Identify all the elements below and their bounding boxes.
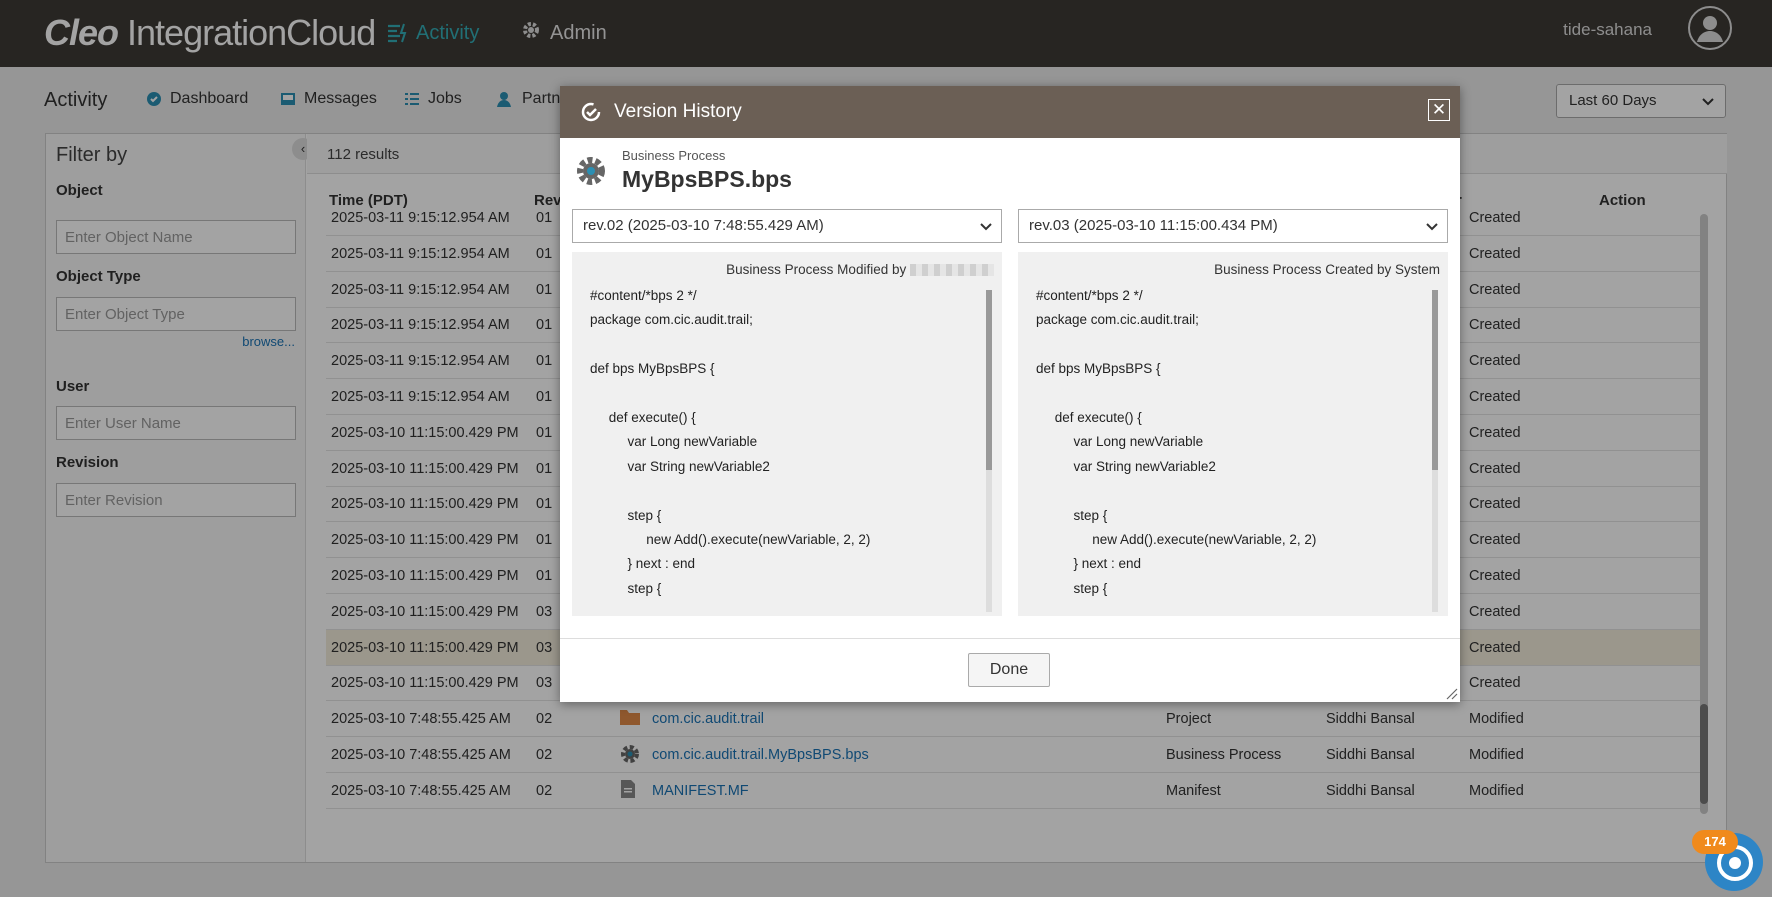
resize-handle-icon[interactable] (1446, 688, 1458, 700)
object-name: MyBpsBPS.bps (622, 166, 792, 192)
right-code[interactable]: #content/*bps 2 */ package com.cic.audit.… (1036, 284, 1426, 612)
code-line: def bps MyBpsBPS { (1036, 361, 1161, 377)
code-line: step { (590, 580, 662, 596)
code-line: new Add().execute(newVariable, 2, 2) (590, 532, 871, 548)
code-line: def execute() { (590, 410, 696, 425)
code-line: var Long newVariable (1036, 434, 1204, 450)
chevron-down-icon (980, 223, 992, 231)
code-line: var String newVariable2 (590, 458, 770, 474)
redacted-user (910, 264, 994, 277)
code-line: } next : end (1036, 556, 1142, 572)
dialog-header: Version History ✕ (560, 86, 1460, 138)
right-code-pane: Business Process Created by System #cont… (1018, 252, 1448, 616)
code-line: def execute() { (1036, 410, 1142, 425)
left-code-pane: Business Process Modified by #content/*b… (572, 252, 1002, 616)
code-line: package com.cic.audit.trail; (1036, 312, 1199, 328)
left-code[interactable]: #content/*bps 2 */ package com.cic.audit.… (590, 284, 980, 612)
code-line: step { (590, 507, 662, 523)
left-caption: Business Process Modified by (726, 262, 994, 277)
code-line: #content/*bps 2 */ (590, 288, 697, 303)
right-caption: Business Process Created by System (1214, 262, 1440, 277)
dialog-title: Version History (614, 101, 742, 122)
code-line: var String newVariable2 (1036, 458, 1216, 474)
left-code-scrollbar[interactable] (986, 290, 992, 612)
chevron-down-icon (1426, 223, 1438, 231)
object-type: Business Process (622, 148, 726, 163)
done-button[interactable]: Done (968, 653, 1050, 687)
business-process-icon (577, 157, 605, 185)
code-line: package com.cic.audit.trail; (590, 312, 753, 328)
code-line: new Add().execute(newVariable, 2, 2) (1036, 532, 1317, 548)
notification-badge: 174 (1692, 830, 1738, 854)
code-line: step { (1036, 507, 1108, 523)
close-icon: ✕ (1431, 100, 1447, 119)
code-line: } next : end (590, 556, 696, 572)
code-line: #content/*bps 2 */ (1036, 288, 1143, 303)
right-code-scrollbar[interactable] (1432, 290, 1438, 612)
version-history-dialog: Version History ✕ Business Process MyBps… (560, 86, 1460, 702)
dialog-footer: Done (560, 638, 1460, 702)
code-line: def bps MyBpsBPS { (590, 361, 715, 377)
code-line: step { (1036, 580, 1108, 596)
close-button[interactable]: ✕ (1428, 99, 1450, 121)
right-revision-select[interactable]: rev.03 (2025-03-10 11:15:00.434 PM) (1018, 209, 1448, 243)
code-line: var Long newVariable (590, 434, 758, 450)
left-revision-select[interactable]: rev.02 (2025-03-10 7:48:55.429 AM) (572, 209, 1002, 243)
version-history-icon (581, 102, 601, 122)
